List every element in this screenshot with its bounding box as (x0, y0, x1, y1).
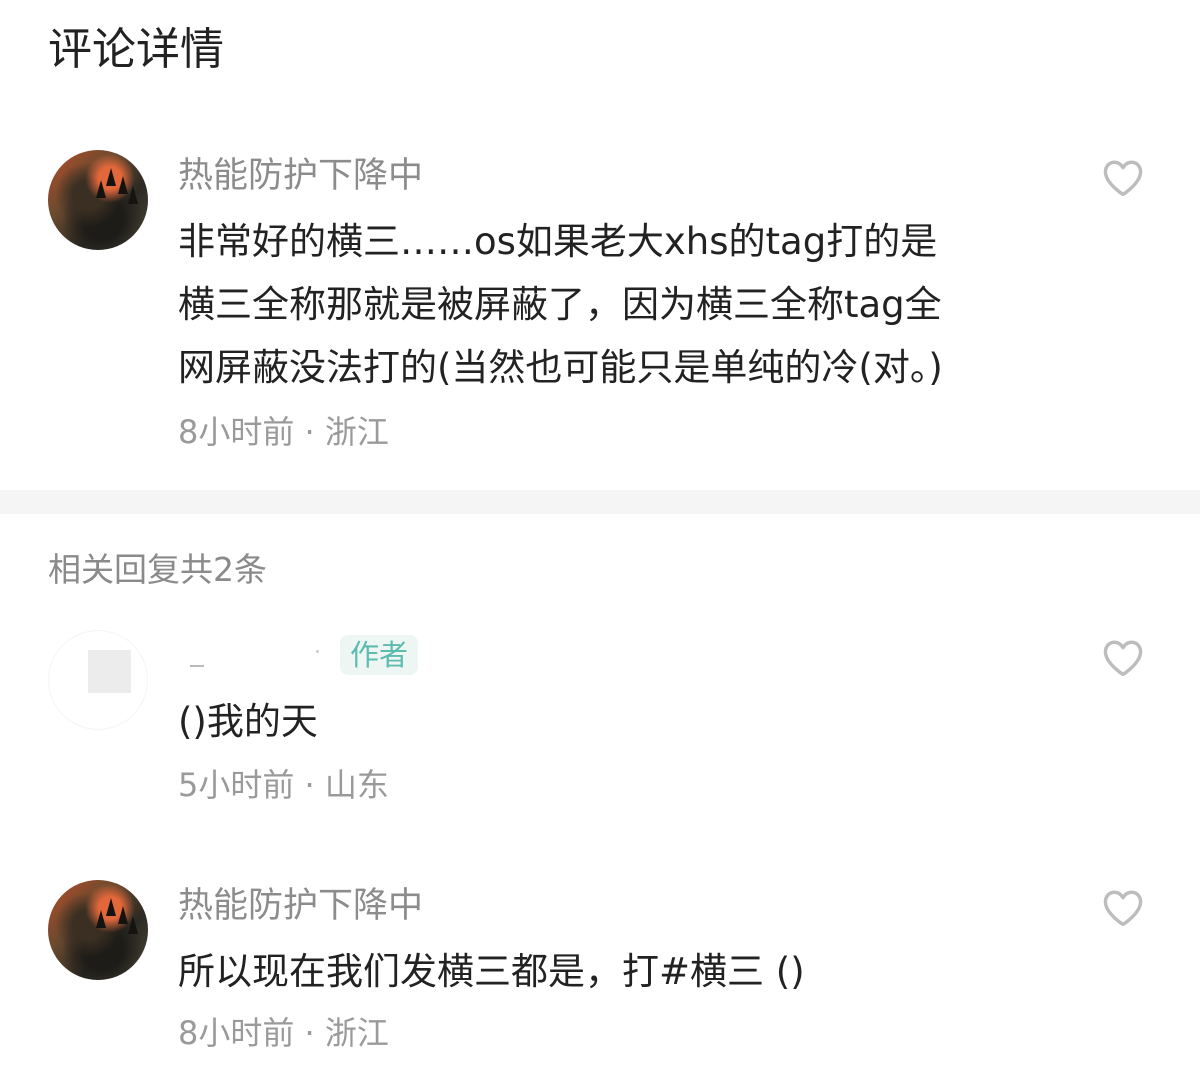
reply-text: ()我的天 (178, 700, 318, 743)
section-divider (0, 490, 1200, 514)
replies-header: 相关回复共2条 (48, 550, 267, 589)
author-badge: 作者 (340, 635, 419, 675)
avatar[interactable] (48, 630, 148, 730)
reply-username[interactable]: 热能防护下降中 (178, 884, 423, 928)
heart-icon[interactable] (1100, 155, 1146, 201)
meta-separator: · (294, 1014, 325, 1052)
comment-text-line: 横三全称那就是被屏蔽了，因为横三全称tag全 (178, 283, 942, 326)
heart-icon[interactable] (1100, 635, 1146, 681)
reply-location: 山东 (324, 766, 389, 804)
comment-meta: 8小时前 · 浙江 (178, 412, 389, 452)
reply-meta: 5小时前 · 山东 (178, 765, 389, 805)
meta-separator: · (294, 766, 325, 804)
comment-text-line: 非常好的横三……os如果老大xhs的tag打的是 (178, 220, 938, 263)
reply-time: 8小时前 (178, 1014, 295, 1052)
comment-text-line: 网屏蔽没法打的(当然也可能只是单纯的冷(对。) (178, 346, 943, 389)
reply-text: 所以现在我们发横三都是，打#横三 () (178, 950, 805, 993)
username-fragment (190, 665, 204, 667)
comment-username[interactable]: 热能防护下降中 (178, 154, 423, 198)
avatar[interactable] (48, 880, 148, 980)
reply-time: 5小时前 (178, 766, 295, 804)
comment-time: 8小时前 (178, 413, 295, 451)
meta-separator: · (294, 413, 325, 451)
username-fragment (316, 650, 319, 653)
reply-meta: 8小时前 · 浙江 (178, 1013, 389, 1053)
heart-icon[interactable] (1100, 885, 1146, 931)
avatar-placeholder (88, 650, 131, 693)
comment-location: 浙江 (324, 413, 389, 451)
avatar[interactable] (48, 150, 148, 250)
reply-location: 浙江 (324, 1014, 389, 1052)
page-title: 评论详情 (48, 24, 224, 75)
comment-text: 非常好的横三……os如果老大xhs的tag打的是 横三全称那就是被屏蔽了，因为横… (178, 210, 1058, 399)
